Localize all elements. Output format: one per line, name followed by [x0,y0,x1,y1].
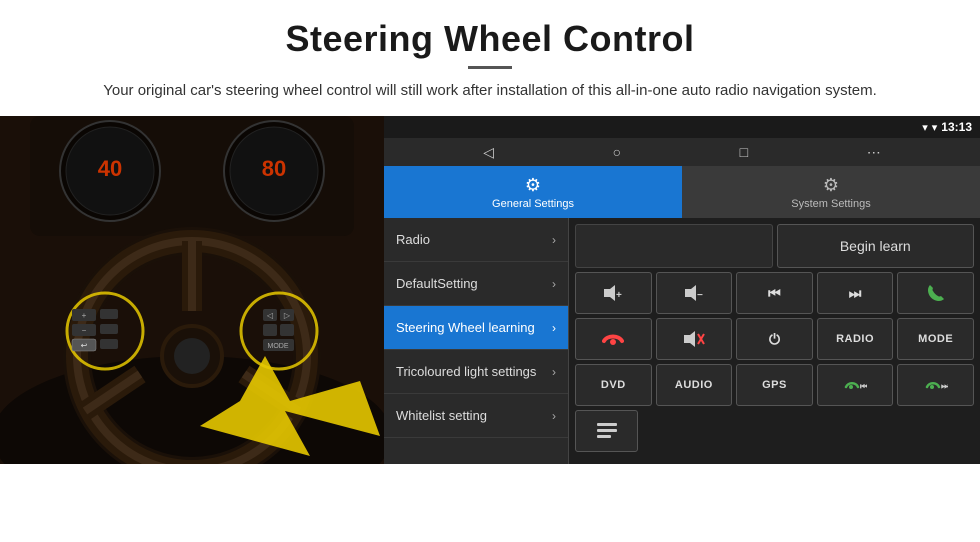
tab-general-label: General Settings [492,198,574,210]
mute-button[interactable] [656,318,733,360]
menu-item-radio[interactable]: Radio › [384,218,568,262]
menu-label-tricoloured: Tricoloured light settings [396,364,536,379]
audio-button[interactable]: AUDIO [656,364,733,406]
left-menu: Radio › DefaultSetting › Steering Wheel … [384,218,569,464]
gear-icon: ⚙ [525,175,541,196]
control-row-4 [575,410,974,452]
chevron-icon-whitelist: › [552,409,556,423]
device-screen: ▾ ▾ 13:13 ◁ ○ □ ⋯ ⚙ General Settings ⚙ S… [384,116,980,464]
svg-text:↩: ↩ [81,341,88,350]
svg-text:MODE: MODE [268,343,289,350]
steering-wheel-image: 40 80 + − ↩ [0,116,384,464]
page-title: Steering Wheel Control [60,18,920,60]
phone-button[interactable] [897,272,974,314]
chevron-icon-radio: › [552,233,556,247]
chevron-icon-steering: › [552,321,556,335]
right-control-panel: Begin learn + − [569,218,980,464]
svg-text:−: − [82,326,87,335]
menu-label-radio: Radio [396,232,430,247]
next-call-button[interactable]: ⏭ [897,364,974,406]
status-time: 13:13 [941,120,972,134]
control-row-1: + − ⏮ ⏭ [575,272,974,314]
menu-list-icon [595,421,619,441]
menu-item-steering[interactable]: Steering Wheel learning › [384,306,568,350]
svg-text:−: − [697,290,703,301]
radio-button[interactable]: RADIO [817,318,894,360]
menu-item-default[interactable]: DefaultSetting › [384,262,568,306]
power-button[interactable]: ⏻ [736,318,813,360]
tab-system[interactable]: ⚙ System Settings [682,166,980,218]
next-track-button[interactable]: ⏭ [817,272,894,314]
status-bar: ▾ ▾ 13:13 [384,116,980,138]
svg-text:◁: ◁ [267,311,274,320]
svg-text:40: 40 [98,156,122,181]
system-icon: ⚙ [823,175,839,196]
chevron-icon-default: › [552,277,556,291]
svg-text:⏭: ⏭ [941,381,948,391]
svg-text:+: + [616,290,622,301]
menu-label-whitelist: Whitelist setting [396,408,487,423]
nav-bar: ◁ ○ □ ⋯ [384,138,980,166]
prev-call-button[interactable]: ⏮ [817,364,894,406]
menu-item-whitelist[interactable]: Whitelist setting › [384,394,568,438]
prev-track-button[interactable]: ⏮ [736,272,813,314]
vol-down-button[interactable]: − [656,272,733,314]
gps-button[interactable]: GPS [736,364,813,406]
page-subtitle: Your original car's steering wheel contr… [60,79,920,102]
empty-box [575,224,773,268]
back-icon[interactable]: ◁ [483,144,494,161]
hang-up-icon [602,331,624,347]
next-call-icon: ⏭ [924,376,948,394]
chevron-icon-tricoloured: › [552,365,556,379]
mute-icon [682,330,706,348]
tab-system-label: System Settings [791,198,870,210]
vol-up-icon: + [602,284,624,302]
content-area: Radio › DefaultSetting › Steering Wheel … [384,218,980,464]
hang-up-button[interactable] [575,318,652,360]
mode-button[interactable]: MODE [897,318,974,360]
menu-label-default: DefaultSetting [396,276,478,291]
vol-up-button[interactable]: + [575,272,652,314]
gps-icon: ▾ [922,121,928,134]
svg-text:⏮: ⏮ [860,381,867,391]
title-divider [468,66,512,69]
svg-text:+: + [82,311,87,320]
svg-text:▷: ▷ [284,311,291,320]
tab-general[interactable]: ⚙ General Settings [384,166,682,218]
begin-learn-row: Begin learn [575,224,974,268]
home-icon[interactable]: ○ [613,144,621,160]
svg-text:80: 80 [262,156,286,181]
vol-down-icon: − [683,284,705,302]
menu-dots-icon[interactable]: ⋯ [867,144,881,161]
menu-icon-button[interactable] [575,410,638,452]
phone-icon [926,283,946,303]
prev-call-icon: ⏮ [843,376,867,394]
menu-item-tricoloured[interactable]: Tricoloured light settings › [384,350,568,394]
recents-icon[interactable]: □ [740,144,748,160]
dvd-button[interactable]: DVD [575,364,652,406]
control-row-3: DVD AUDIO GPS ⏮ ⏭ [575,364,974,406]
begin-learn-button[interactable]: Begin learn [777,224,975,268]
control-row-2: ⏻ RADIO MODE [575,318,974,360]
status-bar-icons: ▾ ▾ 13:13 [922,120,972,134]
top-section: Steering Wheel Control Your original car… [0,0,980,116]
tab-bar: ⚙ General Settings ⚙ System Settings [384,166,980,218]
wifi-icon: ▾ [932,121,938,134]
bottom-section: 40 80 + − ↩ [0,116,980,464]
menu-label-steering: Steering Wheel learning [396,320,535,335]
